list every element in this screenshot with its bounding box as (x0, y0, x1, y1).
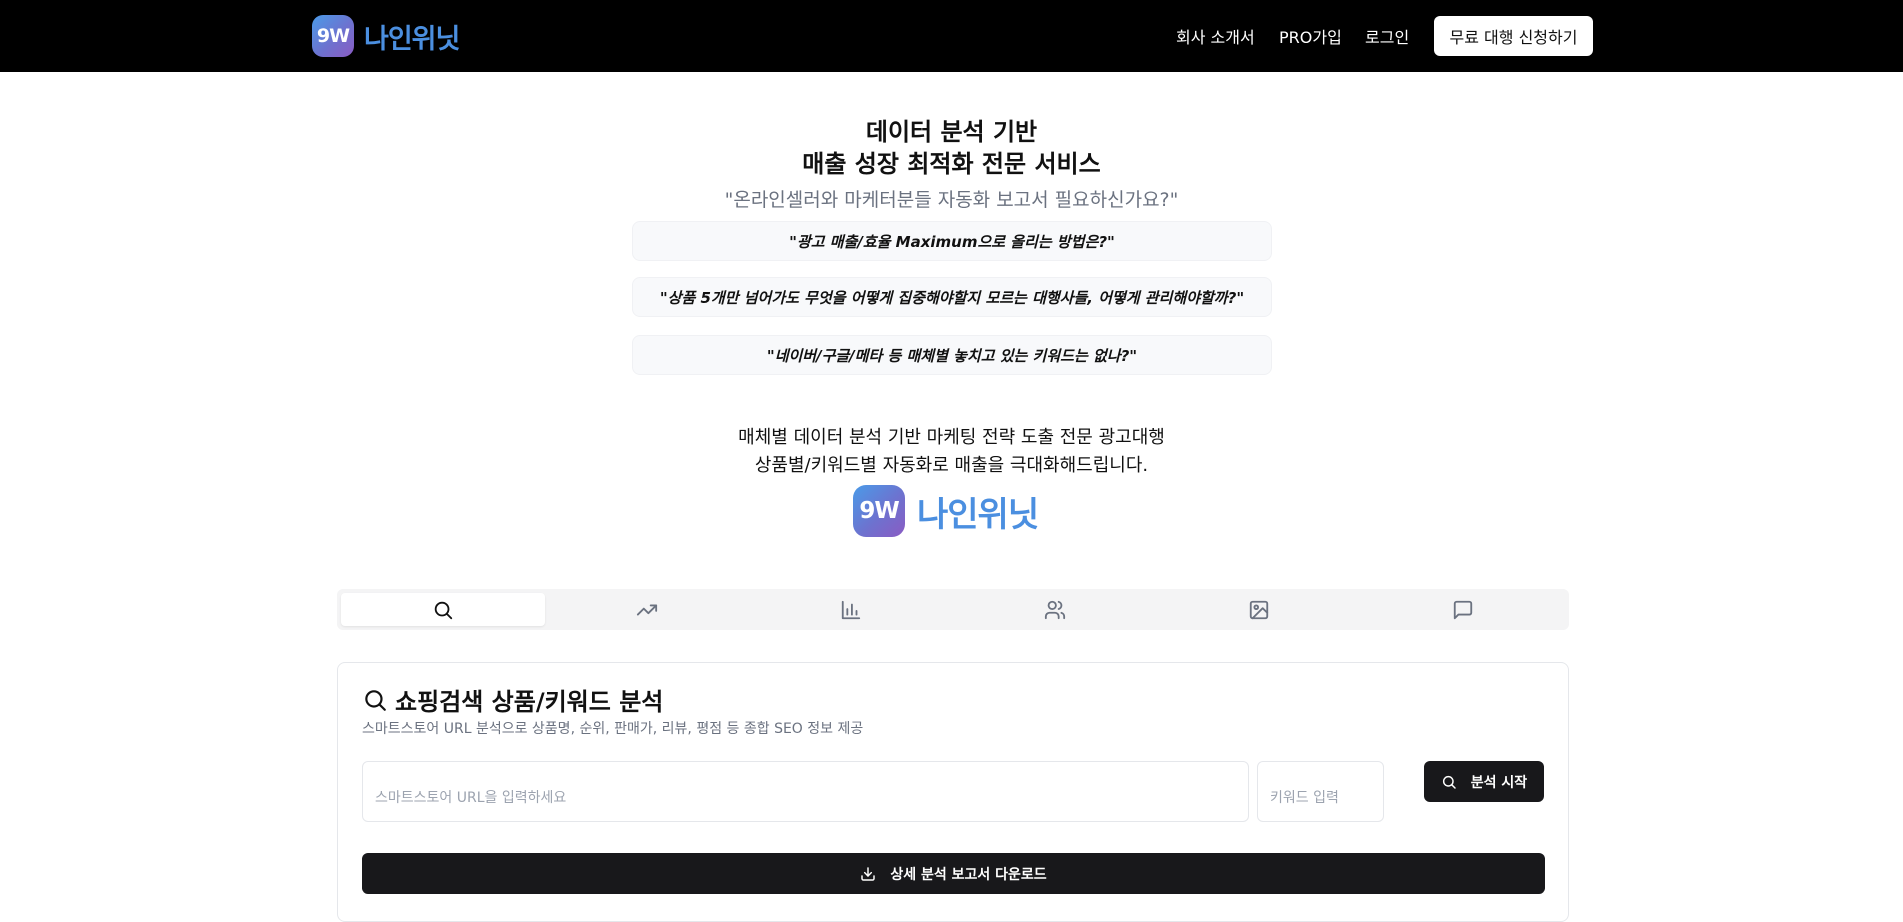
free-agency-apply-button[interactable]: 무료 대행 신청하기 (1434, 16, 1593, 56)
tab-images[interactable] (1157, 593, 1361, 626)
question-box: "네이버/구글/메타 등 매체별 놓치고 있는 키워드는 없나?" (632, 335, 1272, 375)
logo-wordmark: 나인위닛 (364, 23, 460, 55)
download-report-label: 상세 분석 보고서 다운로드 (890, 866, 1047, 883)
hero-description-line2: 상품별/키워드별 자동화로 매출을 극대화해드립니다. (754, 455, 1149, 476)
keyword-input[interactable] (1257, 761, 1384, 822)
tab-trends[interactable] (545, 593, 749, 626)
trending-up-icon (636, 604, 658, 615)
smartstore-url-input[interactable] (362, 761, 1249, 822)
header-logo[interactable]: 9W 나인위닛 (312, 15, 460, 57)
nav-link-pro-signup[interactable]: PRO가입 (1279, 24, 1342, 48)
tab-users[interactable] (953, 593, 1157, 626)
download-icon (861, 866, 876, 881)
card-description: 스마트스토어 URL 분석으로 상품명, 순위, 판매가, 리뷰, 평점 등 종… (362, 721, 864, 737)
analysis-tabs (337, 589, 1569, 630)
tab-messages[interactable] (1361, 593, 1565, 626)
logo-badge: 9W (312, 15, 354, 57)
hero-description-line1: 매체별 데이터 분석 기반 마케팅 전략 도출 전문 광고대행 (738, 427, 1165, 448)
question-box: "광고 매출/효율 Maximum으로 올리는 방법은?" (632, 221, 1272, 261)
card-title: 쇼핑검색 상품/키워드 분석 (362, 682, 663, 717)
download-report-button[interactable]: 상세 분석 보고서 다운로드 (362, 853, 1545, 894)
users-icon (1044, 600, 1066, 619)
message-square-icon (1453, 600, 1473, 619)
shopping-analysis-card: 쇼핑검색 상품/키워드 분석 스마트스토어 URL 분석으로 상품명, 순위, … (337, 662, 1569, 922)
search-icon (434, 601, 453, 619)
hero-logo: 9W 나인위닛 (853, 485, 1039, 537)
search-icon (365, 689, 386, 711)
tab-shopping-search[interactable] (341, 593, 545, 626)
image-icon (1249, 600, 1269, 619)
start-analysis-button[interactable]: 분석 시작 (1424, 761, 1544, 802)
start-analysis-label: 분석 시작 (1470, 774, 1528, 791)
hero-title-line1: 데이터 분석 기반 (865, 118, 1038, 146)
question-box: "상품 5개만 넘어가도 무엇을 어떻게 집중해야할지 모르는 대행사들, 어떻… (632, 277, 1272, 317)
hero-subtitle: "온라인셀러와 마케터분들 자동화 보고서 필요하신가요?" (724, 189, 1179, 211)
logo-wordmark: 나인위닛 (917, 494, 1039, 535)
top-navigation-bar: 9W 나인위닛 회사 소개서 PRO가입 로그인 무료 대행 신청하기 (0, 0, 1903, 72)
nav-link-company-intro[interactable]: 회사 소개서 (1176, 24, 1255, 48)
search-icon (1442, 775, 1456, 789)
card-title-text: 쇼핑검색 상품/키워드 분석 (395, 688, 664, 716)
logo-badge: 9W (853, 485, 905, 537)
tab-statistics[interactable] (749, 593, 953, 626)
hero-title-line2: 매출 성장 최적화 전문 서비스 (802, 150, 1101, 178)
nav-link-login[interactable]: 로그인 (1365, 24, 1409, 48)
bar-chart-icon (841, 600, 861, 619)
